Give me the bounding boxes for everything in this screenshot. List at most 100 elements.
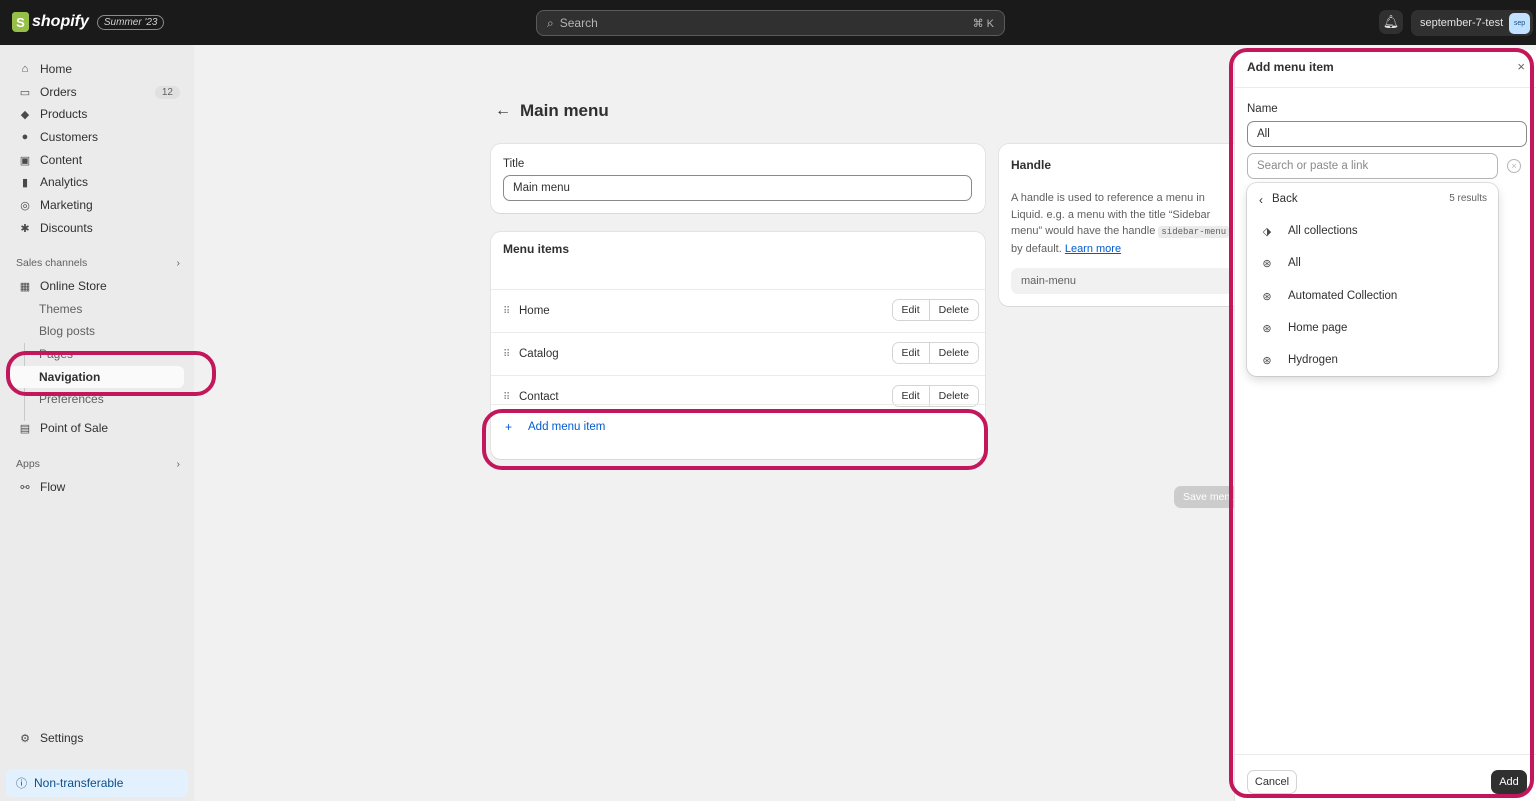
- delete-button[interactable]: Delete: [928, 300, 978, 320]
- edit-button[interactable]: Edit: [892, 386, 929, 406]
- menu-item-name: Home: [519, 305, 550, 317]
- sidebar-item-label: Settings: [40, 731, 84, 745]
- collections-icon: ⬗: [1262, 225, 1272, 238]
- edition-badge: Summer '23: [96, 14, 165, 30]
- notifications-button[interactable]: 🔔︎: [1379, 10, 1403, 34]
- result-item[interactable]: ⊛ Hydrogen: [1259, 349, 1487, 371]
- sidebar-item-pages[interactable]: Pages: [8, 343, 184, 365]
- sidebar-item-label: Analytics: [40, 175, 89, 189]
- non-transferable-banner[interactable]: ⓘ Non-transferable: [6, 769, 188, 797]
- page-title: ← Main menu: [495, 101, 609, 121]
- section-label: Sales channels: [16, 257, 88, 269]
- drag-handle-icon[interactable]: ⠿: [503, 349, 513, 360]
- name-input[interactable]: All: [1247, 121, 1527, 147]
- result-label: Home page: [1288, 322, 1348, 334]
- collection-icon: ⊛: [1262, 354, 1272, 367]
- inbox-icon: ▭: [19, 86, 31, 99]
- sidebar-item-blog-posts[interactable]: Blog posts: [8, 320, 184, 342]
- sidebar-item-label: Orders: [40, 85, 77, 99]
- store-icon: ▦: [19, 280, 31, 293]
- sidebar-item-orders[interactable]: ▭ Orders 12: [8, 81, 184, 103]
- drag-handle-icon[interactable]: ⠿: [503, 306, 513, 317]
- shopify-logo[interactable]: S shopify Summer '23: [12, 12, 165, 32]
- collection-icon: ⊛: [1262, 257, 1272, 270]
- sidebar-item-content[interactable]: ▣ Content: [8, 149, 184, 171]
- sidebar-item-navigation[interactable]: Navigation: [8, 366, 184, 388]
- sales-channels-header[interactable]: Sales channels ›: [16, 257, 184, 269]
- sidebar-item-point-of-sale[interactable]: ▤ Point of Sale: [8, 417, 184, 439]
- row-actions: Edit Delete: [891, 299, 979, 321]
- sidebar-item-settings[interactable]: ⚙ Settings: [8, 727, 184, 749]
- sidebar-item-home[interactable]: ⌂ Home: [8, 58, 184, 80]
- sidebar-item-themes[interactable]: Themes: [8, 298, 184, 320]
- menu-item-name: Contact: [519, 391, 559, 403]
- search-bar[interactable]: ⌕ Search ⌘ K: [536, 10, 1005, 36]
- result-item[interactable]: ⬗ All collections: [1259, 220, 1487, 242]
- result-item[interactable]: ⊛ Automated Collection: [1259, 285, 1487, 307]
- add-menu-item-panel: Add menu item × Name All Search or paste…: [1234, 50, 1536, 801]
- search-placeholder: Search: [559, 16, 598, 30]
- name-field-label: Name: [1247, 103, 1278, 115]
- back-button[interactable]: ‹ Back 5 results: [1259, 193, 1487, 207]
- flow-icon: ⚯: [20, 481, 30, 494]
- bell-icon: 🔔︎: [1382, 14, 1400, 29]
- account-menu[interactable]: september-7-test sep: [1411, 10, 1533, 36]
- result-label: All collections: [1288, 225, 1358, 237]
- save-menu-button[interactable]: Save menu: [1174, 486, 1234, 508]
- drag-handle-icon[interactable]: ⠿: [503, 392, 513, 403]
- sidebar-item-analytics[interactable]: ▮ Analytics: [8, 171, 184, 193]
- add-button[interactable]: Add: [1491, 770, 1527, 794]
- cancel-button[interactable]: Cancel: [1247, 770, 1297, 794]
- handle-value: main-menu: [1021, 275, 1077, 287]
- handle-description: A handle is used to reference a menu in …: [1011, 190, 1233, 257]
- handle-input[interactable]: main-menu: [1011, 268, 1233, 294]
- sidebar: ⌂ Home ▭ Orders 12 ◆ Products ● Customers ▣ Co…: [0, 45, 194, 801]
- apps-header[interactable]: Apps ›: [16, 458, 184, 470]
- gear-icon: ⚙: [20, 732, 30, 745]
- sidebar-item-label: Themes: [39, 302, 83, 316]
- title-field-label: Title: [503, 158, 525, 170]
- sidebar-item-label: Online Store: [40, 279, 107, 293]
- handle-text-part: by default.: [1011, 242, 1065, 255]
- sidebar-item-marketing[interactable]: ◎ Marketing: [8, 194, 184, 216]
- result-label: Hydrogen: [1288, 354, 1338, 366]
- sidebar-item-customers[interactable]: ● Customers: [8, 126, 184, 148]
- edit-button[interactable]: Edit: [892, 343, 929, 363]
- sidebar-item-products[interactable]: ◆ Products: [8, 103, 184, 125]
- sidebar-item-flow[interactable]: ⚯ Flow: [8, 476, 184, 498]
- handle-code: sidebar-menu: [1158, 226, 1230, 238]
- discount-icon: ✱: [20, 222, 30, 235]
- results-count: 5 results: [1449, 193, 1487, 204]
- back-arrow-icon[interactable]: ←: [495, 102, 511, 120]
- result-item[interactable]: ⊛ All: [1259, 252, 1487, 274]
- person-icon: ●: [21, 131, 29, 143]
- save-menu-label: Save menu: [1183, 491, 1234, 503]
- sidebar-item-online-store[interactable]: ▦ Online Store: [8, 275, 184, 297]
- sidebar-item-label: Point of Sale: [40, 421, 109, 435]
- handle-card: Handle A handle is used to reference a m…: [999, 144, 1245, 306]
- close-icon[interactable]: ×: [1517, 59, 1525, 74]
- link-placeholder: Search or paste a link: [1257, 160, 1369, 172]
- sidebar-item-discounts[interactable]: ✱ Discounts: [8, 217, 184, 239]
- chevron-right-icon: ›: [176, 458, 181, 470]
- link-results-dropdown: ‹ Back 5 results ⬗ All collections ⊛ All ⊛…: [1247, 183, 1498, 376]
- delete-button[interactable]: Delete: [928, 343, 978, 363]
- orders-count-badge: 12: [154, 85, 180, 99]
- add-menu-item-button[interactable]: + Add menu item: [491, 404, 985, 448]
- sidebar-item-preferences[interactable]: Preferences: [8, 388, 184, 410]
- link-search-input[interactable]: Search or paste a link: [1247, 153, 1498, 179]
- sidebar-item-label: Preferences: [39, 392, 104, 406]
- shopify-bag-icon: S: [12, 12, 29, 32]
- menu-item-row[interactable]: ⠿ Home Edit Delete: [491, 289, 985, 332]
- panel-title: Add menu item: [1247, 60, 1334, 74]
- menu-item-row[interactable]: ⠿ Catalog Edit Delete: [491, 332, 985, 375]
- clear-link-icon[interactable]: ×: [1507, 159, 1521, 173]
- edit-button[interactable]: Edit: [892, 300, 929, 320]
- learn-more-link[interactable]: Learn more: [1065, 243, 1121, 255]
- brand-name: shopify: [32, 13, 89, 30]
- result-label: All: [1288, 257, 1301, 269]
- title-input[interactable]: Main menu: [503, 175, 972, 201]
- delete-button[interactable]: Delete: [928, 386, 978, 406]
- result-item[interactable]: ⊛ Home page: [1259, 317, 1487, 339]
- sidebar-item-label: Customers: [40, 130, 99, 144]
